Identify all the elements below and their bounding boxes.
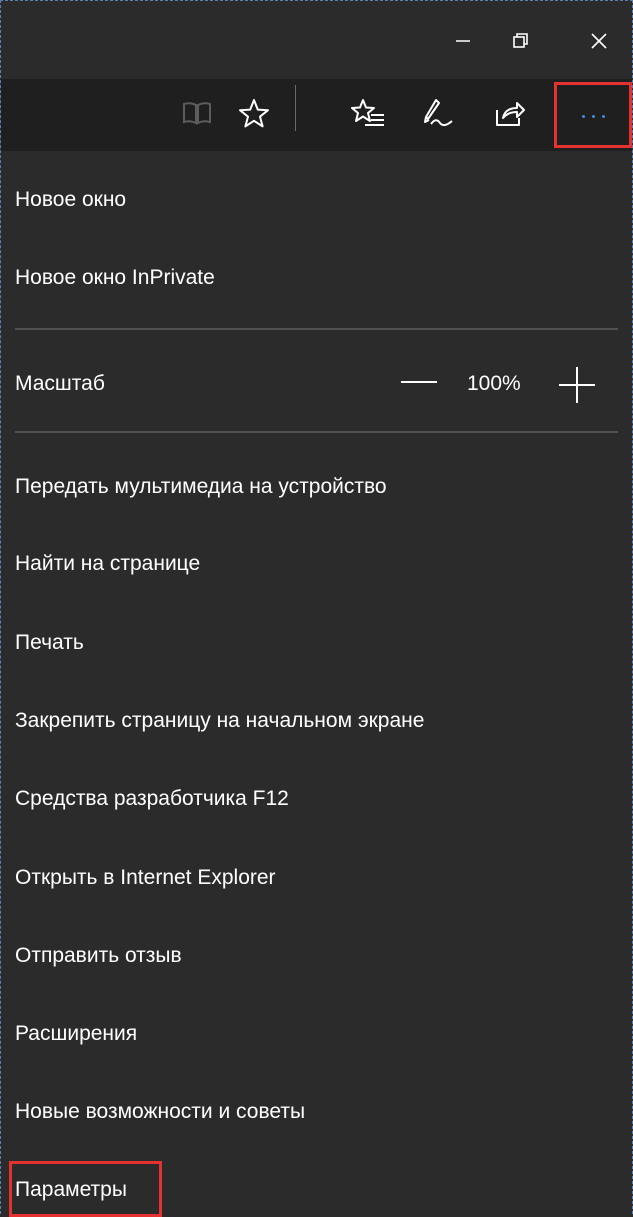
minimize-icon — [455, 33, 471, 49]
minimize-button[interactable] — [443, 21, 483, 61]
reading-view-icon — [182, 100, 212, 131]
menu-divider — [15, 431, 618, 433]
browser-toolbar — [1, 79, 632, 151]
zoom-in-button[interactable] — [559, 367, 595, 403]
favorites-hub-button[interactable] — [343, 89, 393, 141]
menu-item-new-window[interactable]: Новое окно — [15, 187, 126, 213]
menu-item-open-in-internet-explorer[interactable]: Открыть в Internet Explorer — [15, 865, 276, 891]
zoom-out-button[interactable] — [401, 381, 437, 383]
menu-divider — [15, 328, 618, 330]
add-favorite-button[interactable] — [229, 89, 279, 141]
menu-item-send-feedback[interactable]: Отправить отзыв — [15, 943, 182, 969]
restore-button[interactable] — [501, 21, 541, 61]
favorite-star-icon — [238, 97, 270, 134]
toolbar-separator — [295, 85, 296, 131]
menu-item-developer-tools[interactable]: Средства разработчика F12 — [15, 786, 289, 812]
menu-item-print[interactable]: Печать — [15, 630, 84, 656]
menu-item-whats-new[interactable]: Новые возможности и советы — [15, 1099, 305, 1125]
restore-icon — [512, 32, 530, 50]
menu-item-settings[interactable]: Параметры — [15, 1177, 127, 1203]
menu-item-pin-to-start[interactable]: Закрепить страницу на начальном экране — [15, 708, 424, 734]
edge-window: Новое окно Новое окно InPrivate Масштаб … — [0, 0, 633, 1217]
title-bar — [1, 1, 632, 79]
more-actions-icon — [581, 114, 605, 118]
zoom-value: 100% — [467, 372, 521, 395]
close-icon — [590, 32, 608, 50]
web-note-icon — [422, 97, 454, 134]
close-button[interactable] — [579, 21, 619, 61]
zoom-label: Масштаб — [15, 372, 105, 395]
share-button[interactable] — [484, 89, 534, 141]
favorites-hub-icon — [351, 97, 385, 134]
reading-view-button[interactable] — [172, 89, 222, 141]
menu-item-find-on-page[interactable]: Найти на странице — [15, 551, 200, 577]
share-icon — [493, 98, 525, 133]
web-note-button[interactable] — [413, 89, 463, 141]
menu-item-new-inprivate-window[interactable]: Новое окно InPrivate — [15, 265, 215, 291]
more-actions-button[interactable] — [554, 82, 632, 148]
menu-item-extensions[interactable]: Расширения — [15, 1021, 137, 1047]
menu-item-cast-media[interactable]: Передать мультимедиа на устройство — [15, 474, 387, 500]
